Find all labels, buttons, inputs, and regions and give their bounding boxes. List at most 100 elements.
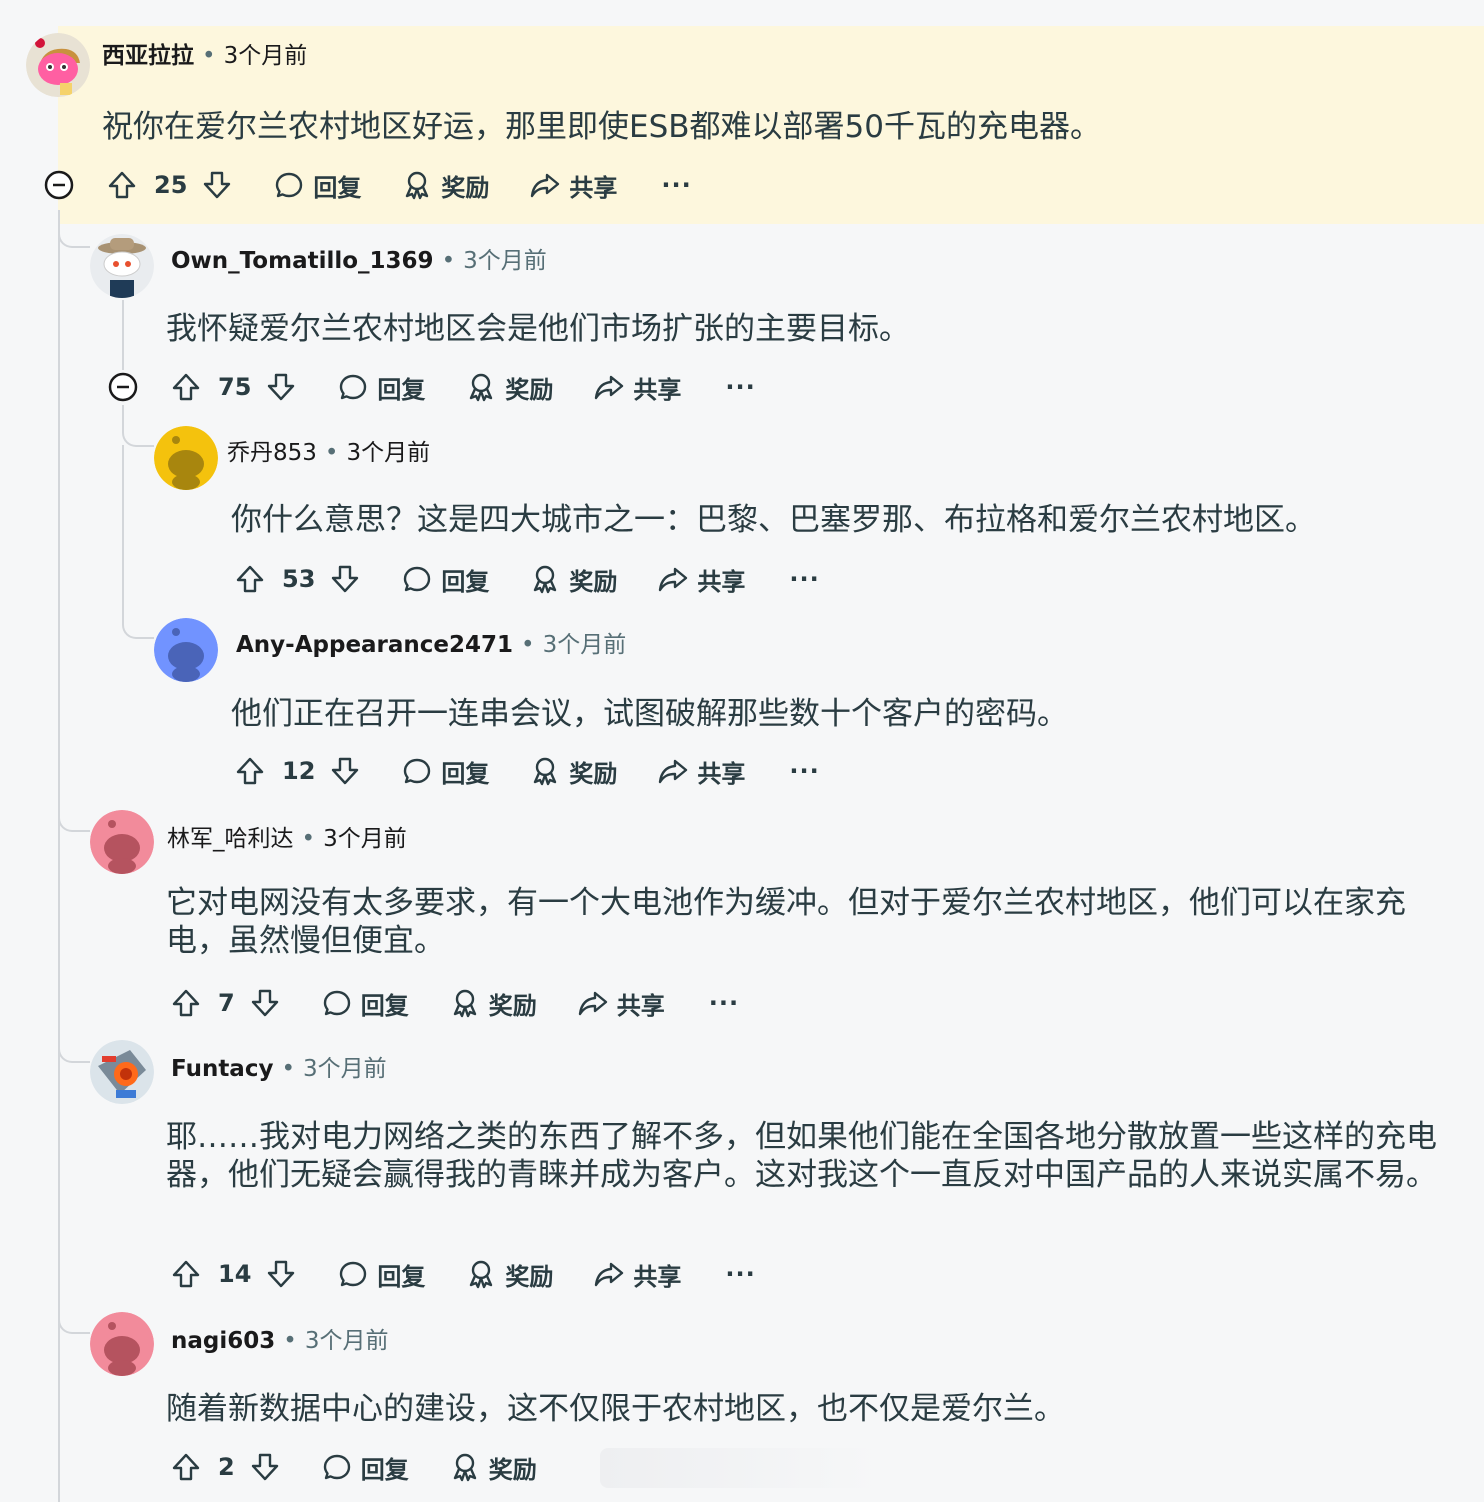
username[interactable]: Any-Appearance2471 [236, 632, 513, 658]
award-icon [449, 987, 481, 1019]
award-button[interactable]: 奖励 [449, 986, 537, 1021]
reply-label: 回复 [377, 1262, 426, 1291]
avatar[interactable] [90, 234, 154, 298]
share-button[interactable]: 共享 [593, 370, 681, 405]
reply-button[interactable]: 回复 [401, 754, 489, 789]
upvote-icon[interactable] [170, 1451, 202, 1483]
more-options-button[interactable]: ··· [725, 1260, 755, 1288]
share-button[interactable]: 共享 [657, 754, 745, 789]
username[interactable]: Funtacy [171, 1056, 273, 1082]
thread-connector [122, 445, 154, 639]
downvote-icon[interactable] [329, 755, 361, 787]
username[interactable]: Own_Tomatillo_1369 [171, 248, 434, 274]
more-options-button[interactable]: ··· [661, 171, 691, 199]
share-icon [577, 987, 609, 1019]
comment-header: 乔丹853 • 3个月前 [227, 438, 430, 468]
avatar[interactable] [90, 810, 154, 874]
reply-button[interactable]: 回复 [273, 168, 361, 203]
award-icon [529, 563, 561, 595]
avatar[interactable] [154, 426, 218, 490]
reply-button[interactable]: 回复 [321, 1450, 409, 1485]
share-button[interactable]: 共享 [593, 1257, 681, 1292]
share-label: 共享 [633, 375, 682, 404]
separator: • [202, 43, 216, 69]
reply-label: 回复 [441, 759, 490, 788]
timestamp[interactable]: 3个月前 [305, 1328, 389, 1354]
reply-button[interactable]: 回复 [337, 370, 425, 405]
comment-actions: 53 回复 奖励 共享 ··· [234, 559, 820, 599]
more-options-button[interactable]: ··· [789, 565, 819, 593]
timestamp[interactable]: 3个月前 [303, 1056, 387, 1082]
upvote-icon[interactable] [234, 755, 266, 787]
reply-button[interactable]: 回复 [401, 562, 489, 597]
upvote-icon[interactable] [106, 169, 138, 201]
vote-score: 12 [282, 757, 316, 785]
award-button[interactable]: 奖励 [449, 1450, 537, 1485]
avatar[interactable] [90, 1312, 154, 1376]
comment-text: 它对电网没有太多要求，有一个大电池作为缓冲。但对于爱尔兰农村地区，他们可以在家充… [166, 885, 1406, 959]
share-button[interactable]: 共享 [657, 562, 745, 597]
reply-button[interactable]: 回复 [337, 1257, 425, 1292]
share-label: 共享 [633, 1262, 682, 1291]
award-icon [449, 1451, 481, 1483]
reply-label: 回复 [360, 991, 409, 1020]
avatar[interactable] [154, 618, 218, 682]
downvote-icon[interactable] [249, 987, 281, 1019]
comment-actions: 75 回复 奖励 共享 ··· [170, 367, 756, 407]
comment-bubble-icon [321, 987, 353, 1019]
share-label: 共享 [697, 759, 746, 788]
award-icon [465, 1258, 497, 1290]
upvote-icon[interactable] [170, 371, 202, 403]
separator: • [281, 1056, 296, 1082]
username[interactable]: 乔丹853 [227, 440, 317, 466]
thread-connector [58, 224, 90, 248]
reply-button[interactable]: 回复 [321, 986, 409, 1021]
separator: • [283, 1328, 297, 1354]
vote-score: 25 [154, 171, 188, 199]
downvote-icon[interactable] [265, 371, 297, 403]
comment-text: 随着新数据中心的建设，这不仅限于农村地区，也不仅是爱尔兰。 [166, 1391, 1065, 1427]
timestamp[interactable]: 3个月前 [224, 43, 308, 69]
award-button[interactable]: 奖励 [529, 754, 617, 789]
comment-text: 我怀疑爱尔兰农村地区会是他们市场扩张的主要目标。 [166, 311, 910, 347]
comment-text: 你什么意思？这是四大城市之一：巴黎、巴塞罗那、布拉格和爱尔兰农村地区。 [231, 502, 1316, 538]
username[interactable]: 西亚拉拉 [102, 43, 194, 69]
upvote-icon[interactable] [170, 1258, 202, 1290]
award-label: 奖励 [488, 1455, 537, 1484]
comment-actions: 25 回复 奖励 共享 ··· [106, 165, 692, 205]
share-button[interactable]: 共享 [577, 986, 665, 1021]
thread-line-level2[interactable] [122, 300, 124, 370]
award-button[interactable]: 奖励 [465, 1257, 553, 1292]
more-options-button[interactable]: ··· [725, 373, 755, 401]
comment-bubble-icon [337, 1258, 369, 1290]
comment-bubble-icon [401, 563, 433, 595]
collapse-thread-icon[interactable] [107, 371, 139, 403]
comment-header: 林军_哈利达 • 3个月前 [167, 824, 407, 854]
separator: • [301, 826, 316, 852]
upvote-icon[interactable] [234, 563, 266, 595]
award-button[interactable]: 奖励 [465, 370, 553, 405]
award-button[interactable]: 奖励 [401, 168, 489, 203]
share-icon [657, 563, 689, 595]
downvote-icon[interactable] [329, 563, 361, 595]
avatar[interactable] [26, 33, 90, 97]
downvote-icon[interactable] [201, 169, 233, 201]
downvote-icon[interactable] [265, 1258, 297, 1290]
avatar[interactable] [90, 1040, 154, 1104]
downvote-icon[interactable] [249, 1451, 281, 1483]
upvote-icon[interactable] [170, 987, 202, 1019]
timestamp[interactable]: 3个月前 [543, 632, 627, 658]
timestamp[interactable]: 3个月前 [323, 826, 407, 852]
award-label: 奖励 [505, 1262, 554, 1291]
username[interactable]: nagi603 [171, 1328, 275, 1354]
timestamp[interactable]: 3个月前 [346, 440, 430, 466]
more-options-button[interactable]: ··· [789, 757, 819, 785]
more-options-button[interactable]: ··· [709, 989, 739, 1017]
award-button[interactable]: 奖励 [529, 562, 617, 597]
username[interactable]: 林军_哈利达 [167, 826, 294, 852]
vote-score: 75 [218, 373, 252, 401]
comment-header: Own_Tomatillo_1369 • 3个月前 [171, 246, 547, 276]
collapse-thread-icon[interactable] [43, 169, 75, 201]
timestamp[interactable]: 3个月前 [463, 248, 547, 274]
share-button[interactable]: 共享 [529, 168, 617, 203]
